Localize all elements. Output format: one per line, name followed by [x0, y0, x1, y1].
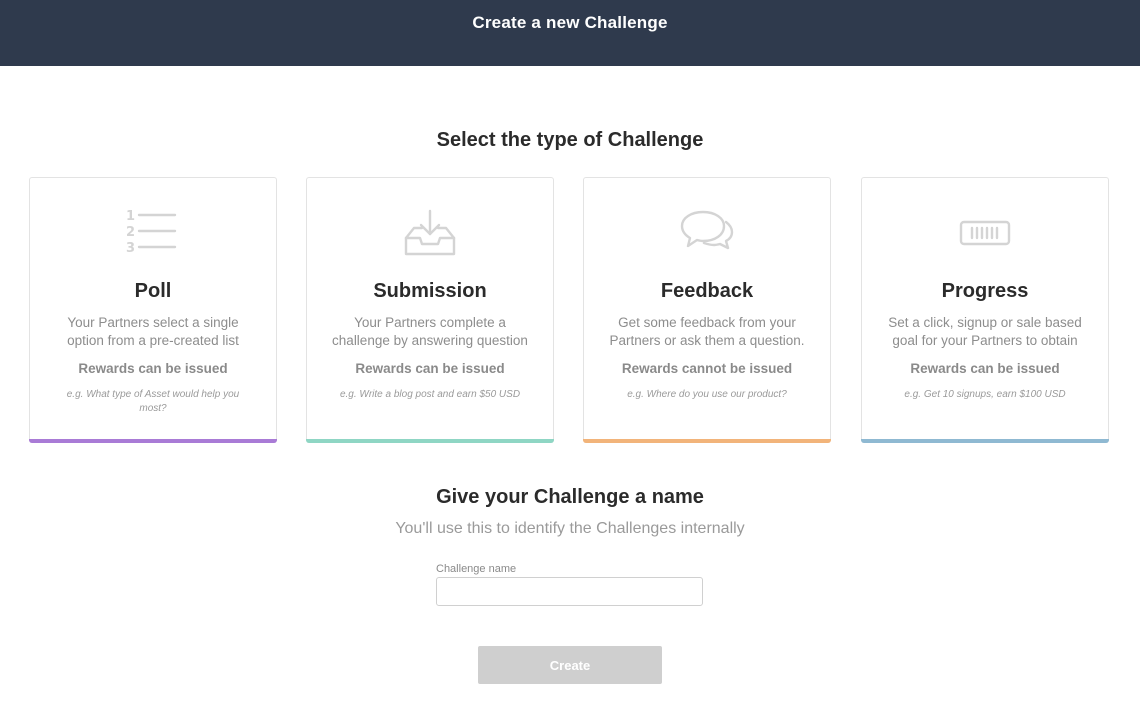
challenge-type-card-feedback[interactable]: Feedback Get some feedback from your Par…: [583, 177, 831, 443]
numbered-list-icon: 1 2 3: [30, 208, 276, 258]
challenge-name-label: Challenge name: [436, 563, 517, 575]
card-description: Set a click, signup or sale based goal f…: [888, 315, 1082, 348]
name-section-subtitle: You'll use this to identify the Challeng…: [395, 520, 745, 537]
challenge-type-card-poll[interactable]: 1 2 3 Poll Your Partners select a single…: [29, 177, 277, 443]
type-section-title: Select the type of Challenge: [436, 129, 704, 151]
challenge-name-input[interactable]: [436, 577, 703, 606]
card-reward-note: Rewards can be issued: [910, 361, 1060, 376]
card-description: Get some feedback from your Partners or …: [609, 315, 805, 348]
page-title: Create a new Challenge: [472, 13, 668, 32]
svg-text:2: 2: [126, 225, 135, 240]
challenge-type-card-progress[interactable]: Progress Set a click, signup or sale bas…: [861, 177, 1109, 443]
card-accent-bar: [306, 439, 554, 443]
card-title: Progress: [941, 280, 1029, 302]
card-accent-bar: [583, 439, 831, 443]
card-title: Submission: [373, 280, 487, 302]
create-button[interactable]: Create: [478, 646, 662, 684]
card-reward-note: Rewards can be issued: [355, 361, 505, 376]
card-description: Your Partners complete a challenge by an…: [332, 315, 528, 348]
svg-text:1: 1: [126, 209, 135, 224]
card-accent-bar: [29, 439, 277, 443]
name-section-title: Give your Challenge a name: [436, 486, 704, 508]
card-example: e.g. Get 10 signups, earn $100 USD: [904, 389, 1066, 400]
card-accent-bar: [861, 439, 1109, 443]
card-example: e.g. Write a blog post and earn $50 USD: [339, 389, 521, 400]
svg-text:3: 3: [126, 241, 135, 256]
inbox-download-icon: [307, 208, 553, 258]
card-reward-note: Rewards cannot be issued: [621, 361, 793, 376]
card-example: e.g. Where do you use our product?: [627, 389, 787, 400]
card-example: e.g. What type of Asset would help you m…: [66, 389, 240, 414]
progress-bar-icon: [862, 208, 1108, 258]
card-title: Feedback: [660, 280, 754, 302]
challenge-type-card-submission[interactable]: Submission Your Partners complete a chal…: [306, 177, 554, 443]
card-description: Your Partners select a single option fro…: [67, 315, 239, 348]
chat-bubbles-icon: [584, 208, 830, 258]
top-bar: Create a new Challenge: [0, 0, 1140, 66]
card-reward-note: Rewards can be issued: [78, 361, 228, 376]
card-title: Poll: [134, 280, 172, 302]
